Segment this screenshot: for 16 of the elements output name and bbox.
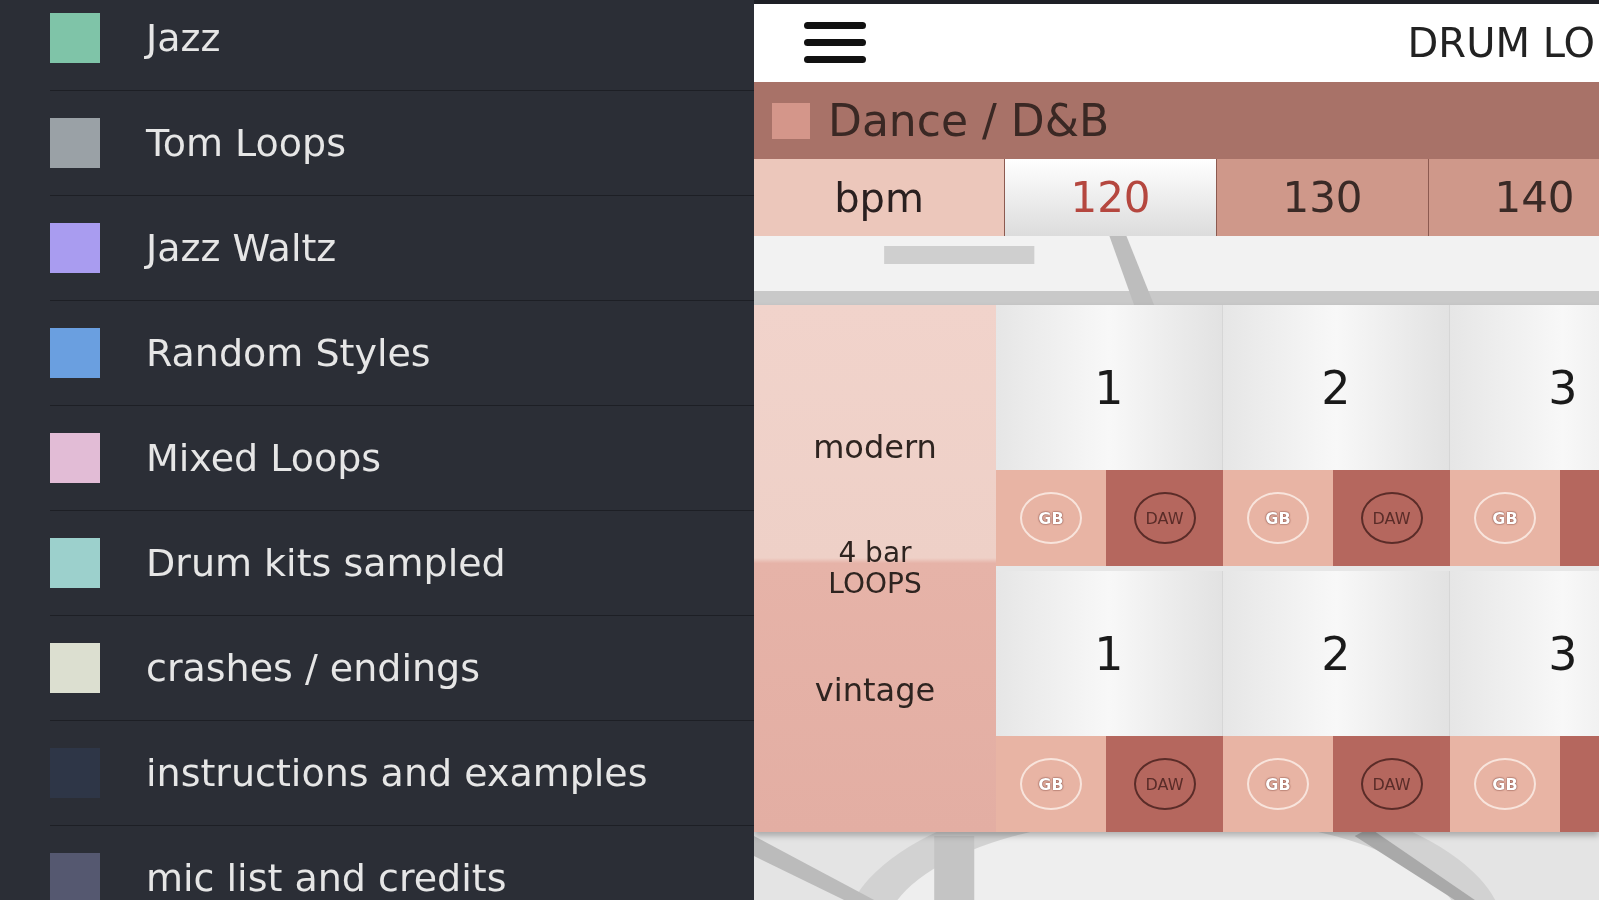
bpm-tab[interactable]: 120 <box>1004 159 1216 236</box>
loops-label: 4 bar LOOPS <box>827 537 923 600</box>
sidebar-item[interactable]: Jazz Waltz <box>50 196 754 301</box>
category-title: Dance / D&B <box>828 95 1110 146</box>
bpm-label: bpm <box>754 159 1004 236</box>
sidebar-item[interactable]: Drum kits sampled <box>50 511 754 616</box>
sidebar-item[interactable]: crashes / endings <box>50 616 754 721</box>
sidebar-item[interactable]: Jazz <box>50 0 754 91</box>
row-label: modern <box>813 427 937 466</box>
sidebar-item[interactable]: Tom Loops <box>50 91 754 196</box>
sidebar-item[interactable]: Random Styles <box>50 301 754 406</box>
app-title: DRUM LO <box>1407 20 1596 66</box>
sidebar-item[interactable]: Mixed Loops <box>50 406 754 511</box>
row-label: vintage <box>814 671 936 710</box>
sidebar-item[interactable]: instructions and examples <box>50 721 754 826</box>
sidebar-item[interactable]: mic list and credits <box>50 826 754 900</box>
